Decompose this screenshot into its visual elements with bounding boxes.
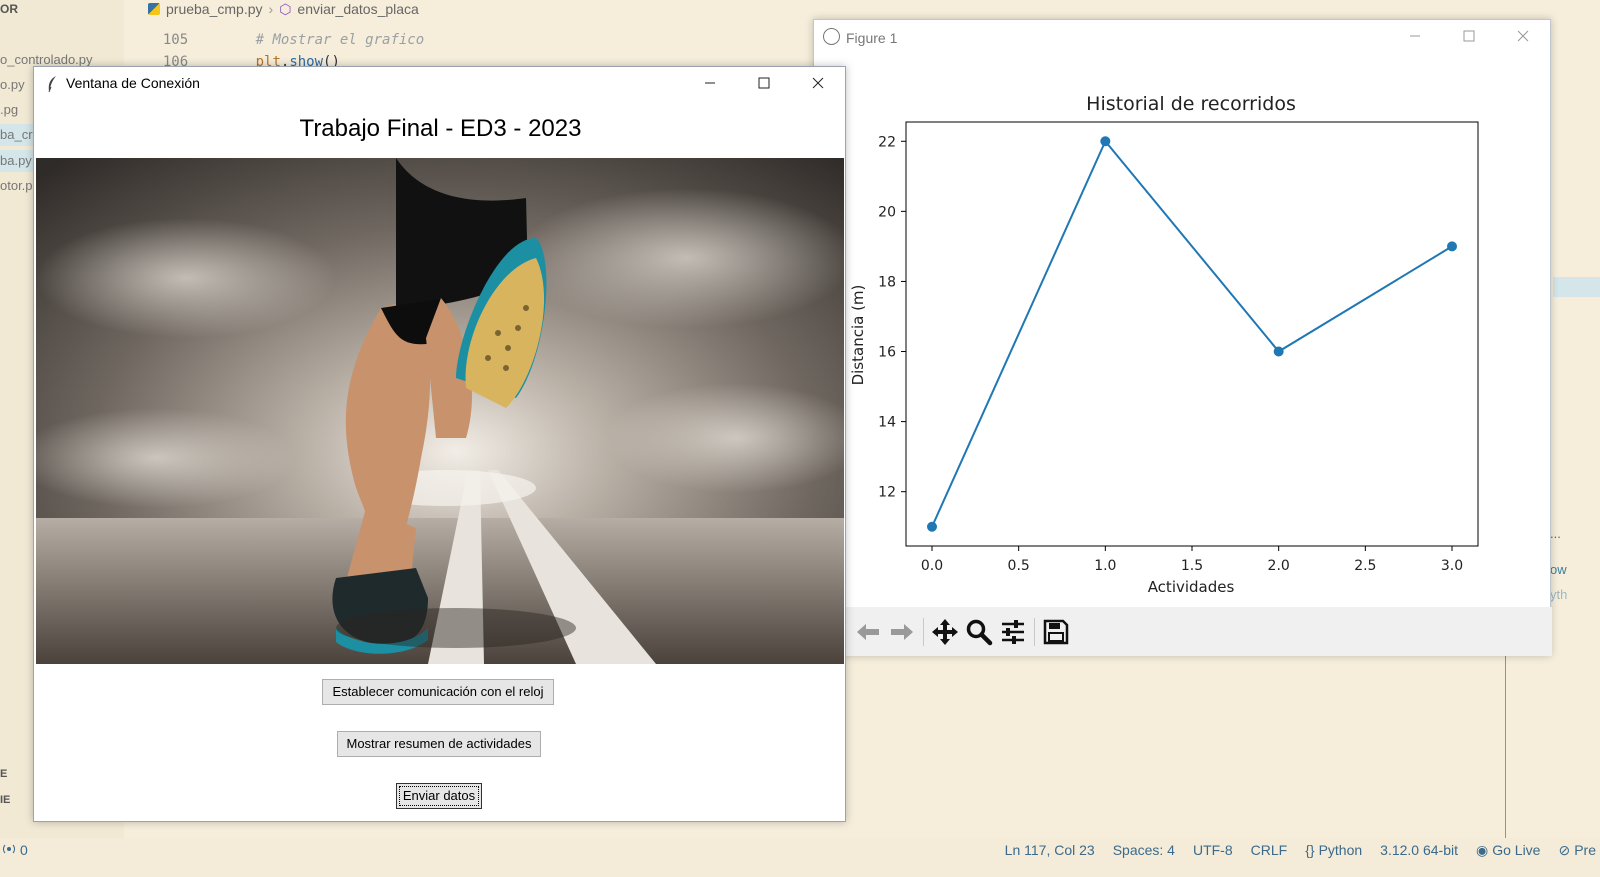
- explorer-section[interactable]: IE: [0, 794, 10, 806]
- save-icon[interactable]: [1040, 616, 1072, 648]
- figure-window: Figure 1 Historial de recorridos Activid…: [813, 19, 1552, 656]
- breadcrumb-file[interactable]: prueba_cmp.py: [166, 1, 263, 17]
- maximize-icon: [1463, 30, 1475, 42]
- minimize-button[interactable]: [683, 67, 737, 99]
- tk-feather-icon: [46, 75, 58, 96]
- window-titlebar[interactable]: Ventana de Conexión: [34, 67, 845, 99]
- go-live-button[interactable]: ◉ Go Live: [1476, 842, 1540, 859]
- matplotlib-icon: [823, 28, 840, 45]
- python-interpreter[interactable]: 3.12.0 64-bit: [1380, 842, 1458, 858]
- braces-icon: {}: [1305, 842, 1315, 858]
- data-point: [1273, 346, 1284, 357]
- x-tick-label: 0.0: [921, 558, 943, 574]
- figure-title: Figure 1: [846, 30, 898, 46]
- window-title: Ventana de Conexión: [66, 75, 200, 91]
- chart-title: Historial de recorridos: [1086, 93, 1296, 115]
- breadcrumb-symbol[interactable]: enviar_datos_placa: [297, 1, 418, 17]
- x-tick-label: 2.5: [1354, 558, 1376, 574]
- y-tick-label: 14: [878, 415, 896, 431]
- language-label: Python: [1318, 842, 1363, 858]
- language-mode[interactable]: {} Python: [1305, 842, 1362, 858]
- y-tick-label: 12: [878, 485, 896, 501]
- maximize-button[interactable]: [737, 67, 791, 99]
- x-tick-label: 2.0: [1268, 558, 1290, 574]
- configure-subplots-icon[interactable]: [997, 616, 1029, 648]
- editor-selection-highlight: [1553, 277, 1600, 297]
- zoom-icon[interactable]: [963, 616, 995, 648]
- prettier-button[interactable]: ⊘ Pre: [1558, 842, 1596, 859]
- y-axis-label: Distancia (m): [849, 285, 867, 386]
- close-button[interactable]: [1496, 20, 1550, 52]
- minimize-icon: [1410, 35, 1420, 37]
- x-axis-label: Actividades: [1148, 578, 1235, 596]
- panel-border: [1505, 655, 1506, 838]
- cursor-position[interactable]: Ln 117, Col 23: [1005, 842, 1095, 858]
- series-line: [931, 139, 1453, 528]
- figure-titlebar[interactable]: Figure 1: [814, 20, 1550, 54]
- python-file-icon: [148, 3, 160, 15]
- forward-arrow-icon[interactable]: [886, 616, 918, 648]
- app-heading: Trabajo Final - ED3 - 2023: [299, 115, 582, 142]
- encoding[interactable]: UTF-8: [1193, 842, 1233, 858]
- data-point: [1447, 241, 1457, 252]
- figure-toolbar: [846, 607, 1552, 656]
- symbol-method-icon: ⬡: [279, 0, 292, 17]
- maximize-icon: [758, 77, 770, 89]
- y-tick-label: 16: [878, 345, 896, 361]
- connect-watch-button[interactable]: Establecer comunicación con el reloj: [322, 679, 554, 705]
- panel-text: yth: [1550, 587, 1568, 602]
- status-bar: 0 Ln 117, Col 23 Spaces: 4 UTF-8 CRLF {}…: [0, 838, 1600, 862]
- x-tick-label: 1.0: [1094, 558, 1116, 574]
- data-point: [927, 521, 937, 532]
- x-tick-label: 3.0: [1441, 558, 1463, 574]
- prettier-label: Pre: [1574, 842, 1596, 858]
- data-point: [1100, 136, 1111, 147]
- toolbar-separator: [923, 617, 924, 646]
- y-tick-label: 18: [878, 274, 896, 290]
- y-tick-label: 22: [878, 134, 896, 150]
- maximize-button[interactable]: [1442, 20, 1496, 52]
- explorer-header: OR: [0, 2, 18, 16]
- explorer-section[interactable]: E: [0, 768, 7, 780]
- chevron-right-icon: ›: [268, 1, 274, 17]
- ports-count[interactable]: 0: [20, 842, 28, 858]
- prohibited-icon: ⊘: [1558, 841, 1571, 858]
- connection-window: Ventana de Conexión Trabajo Final - ED3 …: [33, 66, 846, 822]
- close-icon: [812, 77, 824, 89]
- y-tick-label: 20: [878, 204, 896, 220]
- minimize-button[interactable]: [1388, 20, 1442, 52]
- close-icon: [1517, 30, 1529, 42]
- back-arrow-icon[interactable]: [852, 616, 884, 648]
- indentation[interactable]: Spaces: 4: [1113, 842, 1175, 858]
- plot-canvas[interactable]: Historial de recorridos Actividades Dist…: [846, 54, 1552, 606]
- x-tick-label: 1.5: [1181, 558, 1203, 574]
- broadcast-icon[interactable]: [2, 842, 16, 859]
- runner-photo: [36, 158, 844, 664]
- x-tick-label: 0.5: [1008, 558, 1030, 574]
- panel-text: ow: [1550, 562, 1567, 577]
- pan-icon[interactable]: [929, 616, 961, 648]
- end-of-line[interactable]: CRLF: [1251, 842, 1288, 858]
- go-live-label: Go Live: [1492, 842, 1541, 858]
- send-data-button[interactable]: Enviar datos: [396, 783, 482, 809]
- toolbar-separator: [1034, 617, 1035, 646]
- broadcast-icon: ◉: [1476, 841, 1489, 858]
- line-chart: Historial de recorridos Actividades Dist…: [849, 93, 1479, 596]
- minimize-icon: [705, 82, 715, 84]
- plot-axes: [905, 121, 1479, 547]
- show-summary-button[interactable]: Mostrar resumen de actividades: [337, 731, 541, 757]
- close-button[interactable]: [791, 67, 845, 99]
